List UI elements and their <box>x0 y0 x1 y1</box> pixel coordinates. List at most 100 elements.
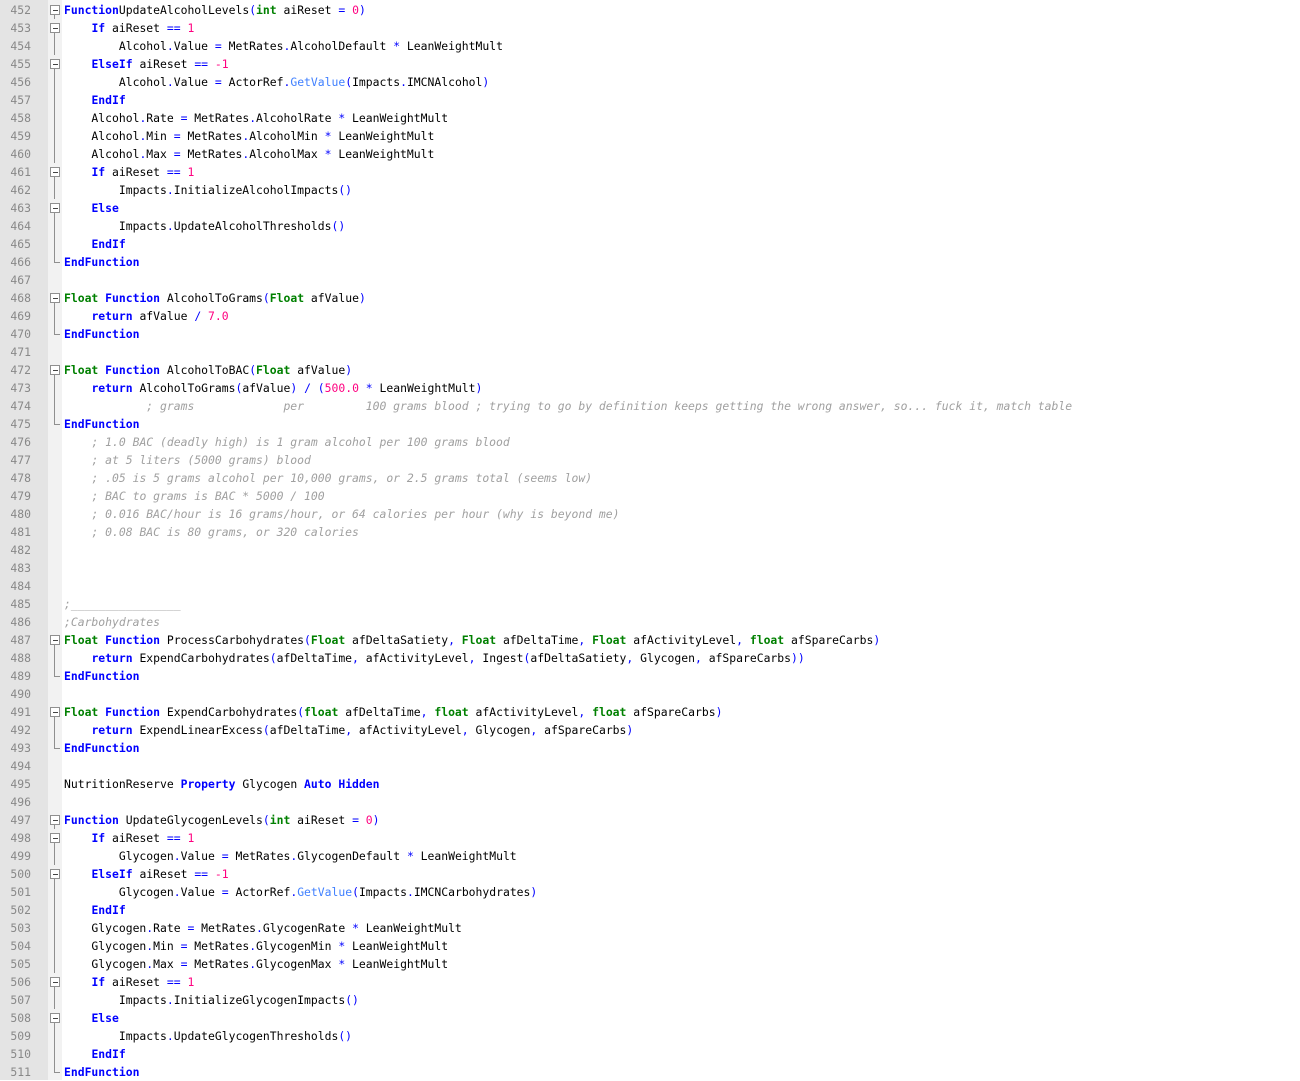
code-line[interactable]: 493 EndFunction <box>0 739 1300 757</box>
code-text[interactable]: ; 0.016 BAC/hour is 16 grams/hour, or 64… <box>64 505 619 523</box>
code-text[interactable]: Impacts.UpdateAlcoholThresholds() <box>64 217 345 235</box>
code-text[interactable]: Float Function ExpendCarbohydrates(float… <box>64 703 722 721</box>
code-text[interactable]: EndIf <box>64 1045 125 1063</box>
code-line[interactable]: 484 <box>0 577 1300 595</box>
code-text[interactable]: Alcohol.Value = ActorRef.GetValue(Impact… <box>64 73 489 91</box>
fold-collapse-icon[interactable] <box>48 829 62 847</box>
code-line[interactable]: 507 Impacts.InitializeGlycogenImpacts() <box>0 991 1300 1009</box>
fold-collapse-icon[interactable] <box>48 1 62 19</box>
code-line[interactable]: 485 ;________________ <box>0 595 1300 613</box>
fold-collapse-icon[interactable] <box>48 361 62 379</box>
code-line[interactable]: 483 <box>0 559 1300 577</box>
fold-collapse-icon[interactable] <box>48 19 62 37</box>
code-text[interactable]: Float Function AlcoholToGrams(Float afVa… <box>64 289 366 307</box>
code-text[interactable]: return ExpendCarbohydrates(afDeltaTime, … <box>64 649 804 667</box>
code-line[interactable]: 457 EndIf <box>0 91 1300 109</box>
code-line[interactable]: 482 <box>0 541 1300 559</box>
code-line[interactable]: 494 <box>0 757 1300 775</box>
code-line[interactable]: 471 <box>0 343 1300 361</box>
code-text[interactable]: Impacts.InitializeAlcoholImpacts() <box>64 181 352 199</box>
code-editor[interactable]: 452 FunctionUpdateAlcoholLevels(int aiRes… <box>0 0 1300 1080</box>
code-text[interactable]: EndIf <box>64 901 125 919</box>
code-text[interactable]: EndFunction <box>64 667 139 685</box>
code-line[interactable]: 462 Impacts.InitializeAlcoholImpacts() <box>0 181 1300 199</box>
code-line[interactable]: 480 ; 0.016 BAC/hour is 16 grams/hour, o… <box>0 505 1300 523</box>
fold-collapse-icon[interactable] <box>48 811 62 829</box>
code-text[interactable]: EndFunction <box>64 325 139 343</box>
code-line[interactable]: 496 <box>0 793 1300 811</box>
code-line[interactable]: 464 Impacts.UpdateAlcoholThresholds() <box>0 217 1300 235</box>
code-line[interactable]: 488 return ExpendCarbohydrates(afDeltaTi… <box>0 649 1300 667</box>
code-text[interactable]: Function UpdateGlycogenLevels(int aiRese… <box>64 811 380 829</box>
code-text[interactable]: EndFunction <box>64 1063 139 1081</box>
code-line[interactable]: 453 If aiReset == 1 <box>0 19 1300 37</box>
code-line[interactable]: 497 Function UpdateGlycogenLevels(int aiR… <box>0 811 1300 829</box>
code-line[interactable]: 465 EndIf <box>0 235 1300 253</box>
code-line[interactable]: 498 If aiReset == 1 <box>0 829 1300 847</box>
code-text[interactable]: Alcohol.Max = MetRates.AlcoholMax * Lean… <box>64 145 434 163</box>
code-line[interactable]: 505 Glycogen.Max = MetRates.GlycogenMax … <box>0 955 1300 973</box>
code-line[interactable]: 479 ; BAC to grams is BAC * 5000 / 100 <box>0 487 1300 505</box>
fold-collapse-icon[interactable] <box>48 199 62 217</box>
code-text[interactable]: EndFunction <box>64 739 139 757</box>
code-text[interactable]: ElseIf aiReset == -1 <box>64 865 228 883</box>
fold-collapse-icon[interactable] <box>48 1009 62 1027</box>
code-line[interactable]: 460 Alcohol.Max = MetRates.AlcoholMax * … <box>0 145 1300 163</box>
code-text[interactable]: ; grams per 100 grams blood ; trying to … <box>64 397 1072 415</box>
fold-collapse-icon[interactable] <box>48 703 62 721</box>
code-text[interactable]: ;________________ <box>64 595 181 613</box>
code-line[interactable]: 508 Else <box>0 1009 1300 1027</box>
code-text[interactable]: EndIf <box>64 91 125 109</box>
code-line[interactable]: 489 EndFunction <box>0 667 1300 685</box>
code-text[interactable]: Glycogen.Min = MetRates.GlycogenMin * Le… <box>64 937 448 955</box>
code-text[interactable]: Alcohol.Min = MetRates.AlcoholMin * Lean… <box>64 127 434 145</box>
code-line[interactable]: 477 ; at 5 liters (5000 grams) blood <box>0 451 1300 469</box>
code-text[interactable]: EndFunction <box>64 415 139 433</box>
code-text[interactable]: ; 0.08 BAC is 80 grams, or 320 calories <box>64 523 358 541</box>
code-text[interactable]: ;Carbohydrates <box>64 613 160 631</box>
code-text[interactable]: If aiReset == 1 <box>64 163 194 181</box>
code-line[interactable]: 459 Alcohol.Min = MetRates.AlcoholMin * … <box>0 127 1300 145</box>
code-text[interactable]: return afValue / 7.0 <box>64 307 228 325</box>
code-text[interactable]: FunctionUpdateAlcoholLevels(int aiReset … <box>64 1 366 19</box>
fold-collapse-icon[interactable] <box>48 289 62 307</box>
code-line[interactable]: 499 Glycogen.Value = MetRates.GlycogenDe… <box>0 847 1300 865</box>
code-line[interactable]: 474 ; grams per 100 grams blood ; trying… <box>0 397 1300 415</box>
code-text[interactable]: If aiReset == 1 <box>64 19 194 37</box>
code-line[interactable]: 504 Glycogen.Min = MetRates.GlycogenMin … <box>0 937 1300 955</box>
code-text[interactable]: Float Function AlcoholToBAC(Float afValu… <box>64 361 352 379</box>
code-text[interactable]: ; 1.0 BAC (deadly high) is 1 gram alcoho… <box>64 433 509 451</box>
code-text[interactable]: ; BAC to grams is BAC * 5000 / 100 <box>64 487 324 505</box>
code-line[interactable]: 452 FunctionUpdateAlcoholLevels(int aiRes… <box>0 1 1300 19</box>
code-text[interactable]: return ExpendLinearExcess(afDeltaTime, a… <box>64 721 633 739</box>
code-line[interactable]: 511 EndFunction <box>0 1063 1300 1081</box>
code-line[interactable]: 501 Glycogen.Value = ActorRef.GetValue(I… <box>0 883 1300 901</box>
code-text[interactable]: return AlcoholToGrams(afValue) / (500.0 … <box>64 379 482 397</box>
code-line[interactable]: 487 Float Function ProcessCarbohydrates(F… <box>0 631 1300 649</box>
code-text[interactable]: Glycogen.Value = MetRates.GlycogenDefaul… <box>64 847 517 865</box>
code-line[interactable]: 476 ; 1.0 BAC (deadly high) is 1 gram al… <box>0 433 1300 451</box>
code-line[interactable]: 455 ElseIf aiReset == -1 <box>0 55 1300 73</box>
code-text[interactable]: NutritionReserve Property Glycogen Auto … <box>64 775 380 793</box>
code-line[interactable]: 454 Alcohol.Value = MetRates.AlcoholDefa… <box>0 37 1300 55</box>
code-text[interactable]: Impacts.UpdateGlycogenThresholds() <box>64 1027 352 1045</box>
code-line[interactable]: 495 NutritionReserve Property Glycogen Au… <box>0 775 1300 793</box>
code-text[interactable]: Glycogen.Value = ActorRef.GetValue(Impac… <box>64 883 537 901</box>
code-text[interactable]: If aiReset == 1 <box>64 829 194 847</box>
code-text[interactable]: Glycogen.Max = MetRates.GlycogenMax * Le… <box>64 955 448 973</box>
code-line[interactable]: 470 EndFunction <box>0 325 1300 343</box>
code-line[interactable]: 509 Impacts.UpdateGlycogenThresholds() <box>0 1027 1300 1045</box>
code-line[interactable]: 503 Glycogen.Rate = MetRates.GlycogenRat… <box>0 919 1300 937</box>
code-text[interactable]: Alcohol.Rate = MetRates.AlcoholRate * Le… <box>64 109 448 127</box>
code-text[interactable]: If aiReset == 1 <box>64 973 194 991</box>
code-line[interactable]: 458 Alcohol.Rate = MetRates.AlcoholRate … <box>0 109 1300 127</box>
code-line[interactable]: 456 Alcohol.Value = ActorRef.GetValue(Im… <box>0 73 1300 91</box>
fold-collapse-icon[interactable] <box>48 631 62 649</box>
code-line[interactable]: 473 return AlcoholToGrams(afValue) / (50… <box>0 379 1300 397</box>
fold-collapse-icon[interactable] <box>48 973 62 991</box>
fold-collapse-icon[interactable] <box>48 163 62 181</box>
code-line[interactable]: 502 EndIf <box>0 901 1300 919</box>
code-line[interactable]: 500 ElseIf aiReset == -1 <box>0 865 1300 883</box>
code-line[interactable]: 469 return afValue / 7.0 <box>0 307 1300 325</box>
code-line[interactable]: 490 <box>0 685 1300 703</box>
